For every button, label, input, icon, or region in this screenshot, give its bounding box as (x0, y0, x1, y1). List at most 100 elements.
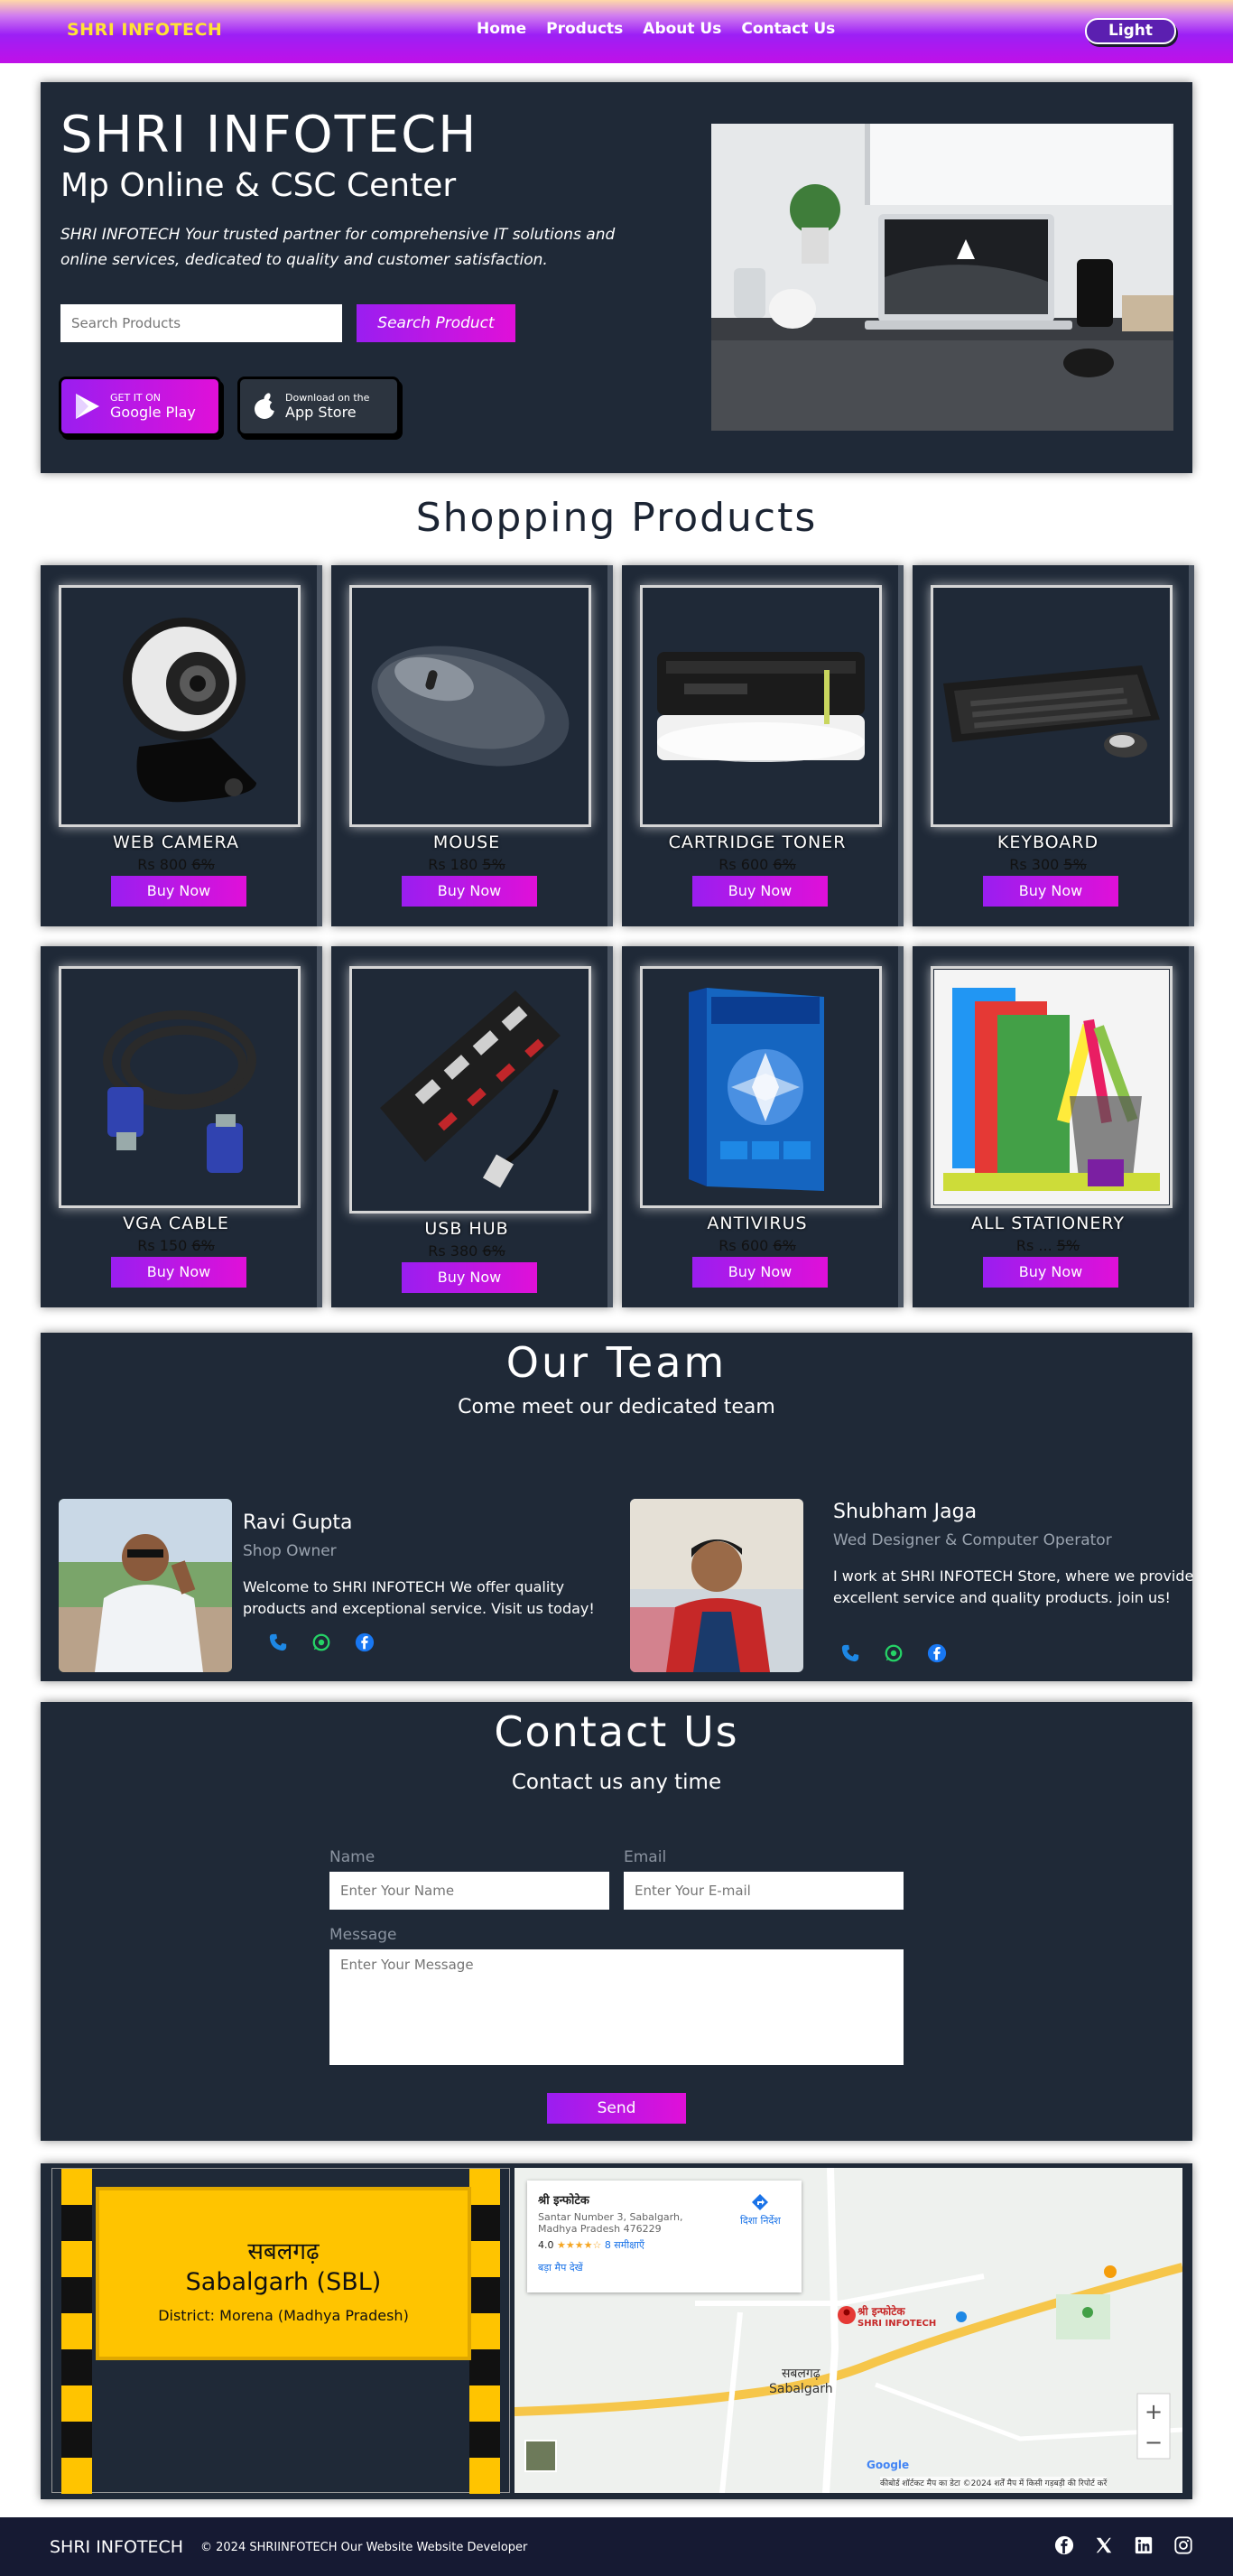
product-image (640, 966, 882, 1208)
message-field[interactable] (329, 1949, 904, 2065)
map-pin-label: श्री इन्फोटेक SHRI INFOTECH (858, 2305, 937, 2329)
nav-about-link[interactable]: About Us (643, 20, 721, 38)
google-map-embed[interactable]: + − श्री इन्फोटेक Santar Number 3, Sabal… (515, 2168, 1182, 2493)
hero-title: SHRI INFOTECH (60, 106, 478, 164)
message-label: Message (329, 1926, 397, 1944)
sign-pole-left (61, 2169, 92, 2494)
google-play-small-text: GET IT ON (110, 392, 162, 404)
product-image (59, 585, 301, 827)
search-button[interactable]: Search Product (357, 304, 515, 342)
whatsapp-icon[interactable] (311, 1632, 331, 1652)
contact-subtitle: Contact us any time (511, 1771, 722, 1794)
buy-now-button[interactable]: Buy Now (692, 876, 828, 907)
product-card-antivirus: ANTIVIRUS Rs 600 6% Buy Now (622, 946, 904, 1307)
google-play-big-text: Google Play (110, 404, 196, 421)
directions-icon (752, 2194, 769, 2210)
rating-stars-icon: ★★★★☆ (557, 2239, 602, 2251)
station-sign-board: सबलगढ़ Sabalgarh (SBL) District: Morena … (51, 2168, 510, 2494)
x-twitter-icon[interactable] (1094, 2535, 1114, 2555)
email-label: Email (624, 1848, 667, 1866)
map-reviews-link[interactable]: 8 समीक्षाएँ (605, 2239, 644, 2251)
theme-toggle-button[interactable]: Light (1085, 18, 1176, 44)
product-image (349, 585, 591, 827)
product-name: WEB CAMERA (113, 832, 239, 852)
map-rating: 4.0 (538, 2239, 554, 2251)
name-field[interactable] (329, 1872, 609, 1910)
google-play-icon (76, 394, 99, 419)
nav-products-link[interactable]: Products (546, 20, 623, 38)
product-card-cartridge-toner: CARTRIDGE TONER Rs 600 6% Buy Now (622, 565, 904, 926)
buy-now-button[interactable]: Buy Now (111, 876, 246, 907)
contact-section: Contact Us Contact us any time Name Emai… (41, 1702, 1192, 2141)
product-card-vga-cable: VGA CABLE Rs 150 6% Buy Now (41, 946, 322, 1307)
nav-brand[interactable]: SHRI INFOTECH (67, 20, 222, 40)
map-footer-text: कीबोर्ड शॉर्टकट मैप का डेटा ©2024 शर्तें… (880, 2477, 1108, 2488)
team-subtitle: Come meet our dedicated team (458, 1396, 775, 1418)
google-play-button[interactable]: GET IT ON Google Play (59, 377, 221, 436)
svg-text:+: + (1145, 2399, 1163, 2424)
buy-now-button[interactable]: Buy Now (983, 1257, 1118, 1288)
member-photo-shubham (630, 1499, 803, 1672)
buy-now-button[interactable]: Buy Now (111, 1257, 246, 1288)
buy-now-button[interactable]: Buy Now (983, 876, 1118, 907)
linkedin-icon[interactable] (1134, 2535, 1154, 2555)
navbar: SHRI INFOTECH Home Products About Us Con… (0, 0, 1233, 63)
facebook-icon[interactable] (355, 1632, 375, 1652)
whatsapp-icon[interactable] (884, 1643, 904, 1663)
product-name: ALL STATIONERY (971, 1214, 1125, 1233)
nav-contact-link[interactable]: Contact Us (741, 20, 835, 38)
search-input[interactable] (60, 304, 342, 342)
map-info-card: श्री इन्फोटेक Santar Number 3, Sabalgarh… (527, 2181, 802, 2292)
team-section: Our Team Come meet our dedicated team Ra… (41, 1333, 1194, 1681)
phone-icon[interactable] (268, 1632, 288, 1652)
svg-text:−: − (1145, 2430, 1163, 2455)
map-larger-link[interactable]: बड़ा मैप देखें (538, 2261, 791, 2274)
member-photo-ravi (59, 1499, 232, 1672)
facebook-icon[interactable] (1054, 2535, 1074, 2555)
product-card-mouse: MOUSE Rs 180 5% Buy Now (331, 565, 613, 926)
buy-now-button[interactable]: Buy Now (692, 1257, 828, 1288)
map-directions-button[interactable]: दिशा निर्देश (740, 2193, 781, 2227)
app-store-big-text: App Store (285, 404, 357, 421)
product-image (640, 585, 882, 827)
location-section: सबलगढ़ Sabalgarh (SBL) District: Morena … (41, 2163, 1192, 2499)
product-name: MOUSE (432, 832, 501, 852)
product-name: ANTIVIRUS (707, 1214, 808, 1233)
footer-brand: SHRI INFOTECH (50, 2537, 184, 2557)
station-name-hindi: सबलगढ़ (247, 2238, 320, 2265)
member-description: Welcome to SHRI INFOTECH We offer qualit… (243, 1578, 595, 1617)
product-card-web-camera: WEB CAMERA Rs 800 6% Buy Now (41, 565, 322, 926)
app-store-button[interactable]: Download on the App Store (237, 377, 400, 436)
footer-social-icons (1054, 2535, 1193, 2555)
member-role: Wed Designer & Computer Operator (833, 1531, 1112, 1549)
product-price: Rs 600 6% (718, 856, 796, 873)
nav-home-link[interactable]: Home (477, 20, 526, 38)
google-logo: Google (867, 2459, 910, 2471)
station-name-english: Sabalgarh (SBL) (185, 2268, 382, 2296)
product-price: Rs 150 6% (137, 1237, 215, 1254)
station-district: District: Morena (Madhya Pradesh) (158, 2307, 409, 2324)
product-image (59, 966, 301, 1208)
facebook-icon[interactable] (927, 1643, 947, 1663)
product-card-keyboard: KEYBOARD Rs 300 5% Buy Now (913, 565, 1194, 926)
product-image (931, 585, 1173, 827)
product-name: USB HUB (424, 1219, 509, 1239)
member-social-links (268, 1632, 375, 1652)
hero-section: SHRI INFOTECH Mp Online & CSC Center SHR… (41, 82, 1192, 473)
station-sign: सबलगढ़ Sabalgarh (SBL) District: Morena … (96, 2187, 471, 2360)
contact-title: Contact Us (494, 1707, 739, 1756)
phone-icon[interactable] (840, 1643, 860, 1663)
product-name: KEYBOARD (997, 832, 1099, 852)
member-description: I work at SHRI INFOTECH Store, where we … (833, 1567, 1194, 1606)
product-price: Rs 800 6% (137, 856, 215, 873)
buy-now-button[interactable]: Buy Now (402, 876, 537, 907)
buy-now-button[interactable]: Buy Now (402, 1262, 537, 1293)
products-section-title: Shopping Products (415, 495, 818, 541)
member-role: Shop Owner (243, 1542, 337, 1560)
email-field[interactable] (624, 1872, 904, 1910)
member-name: Shubham Jaga (833, 1501, 978, 1523)
instagram-icon[interactable] (1173, 2535, 1193, 2555)
send-button[interactable]: Send (547, 2093, 686, 2124)
apple-icon (255, 393, 276, 419)
product-price: Rs 300 5% (1009, 856, 1087, 873)
